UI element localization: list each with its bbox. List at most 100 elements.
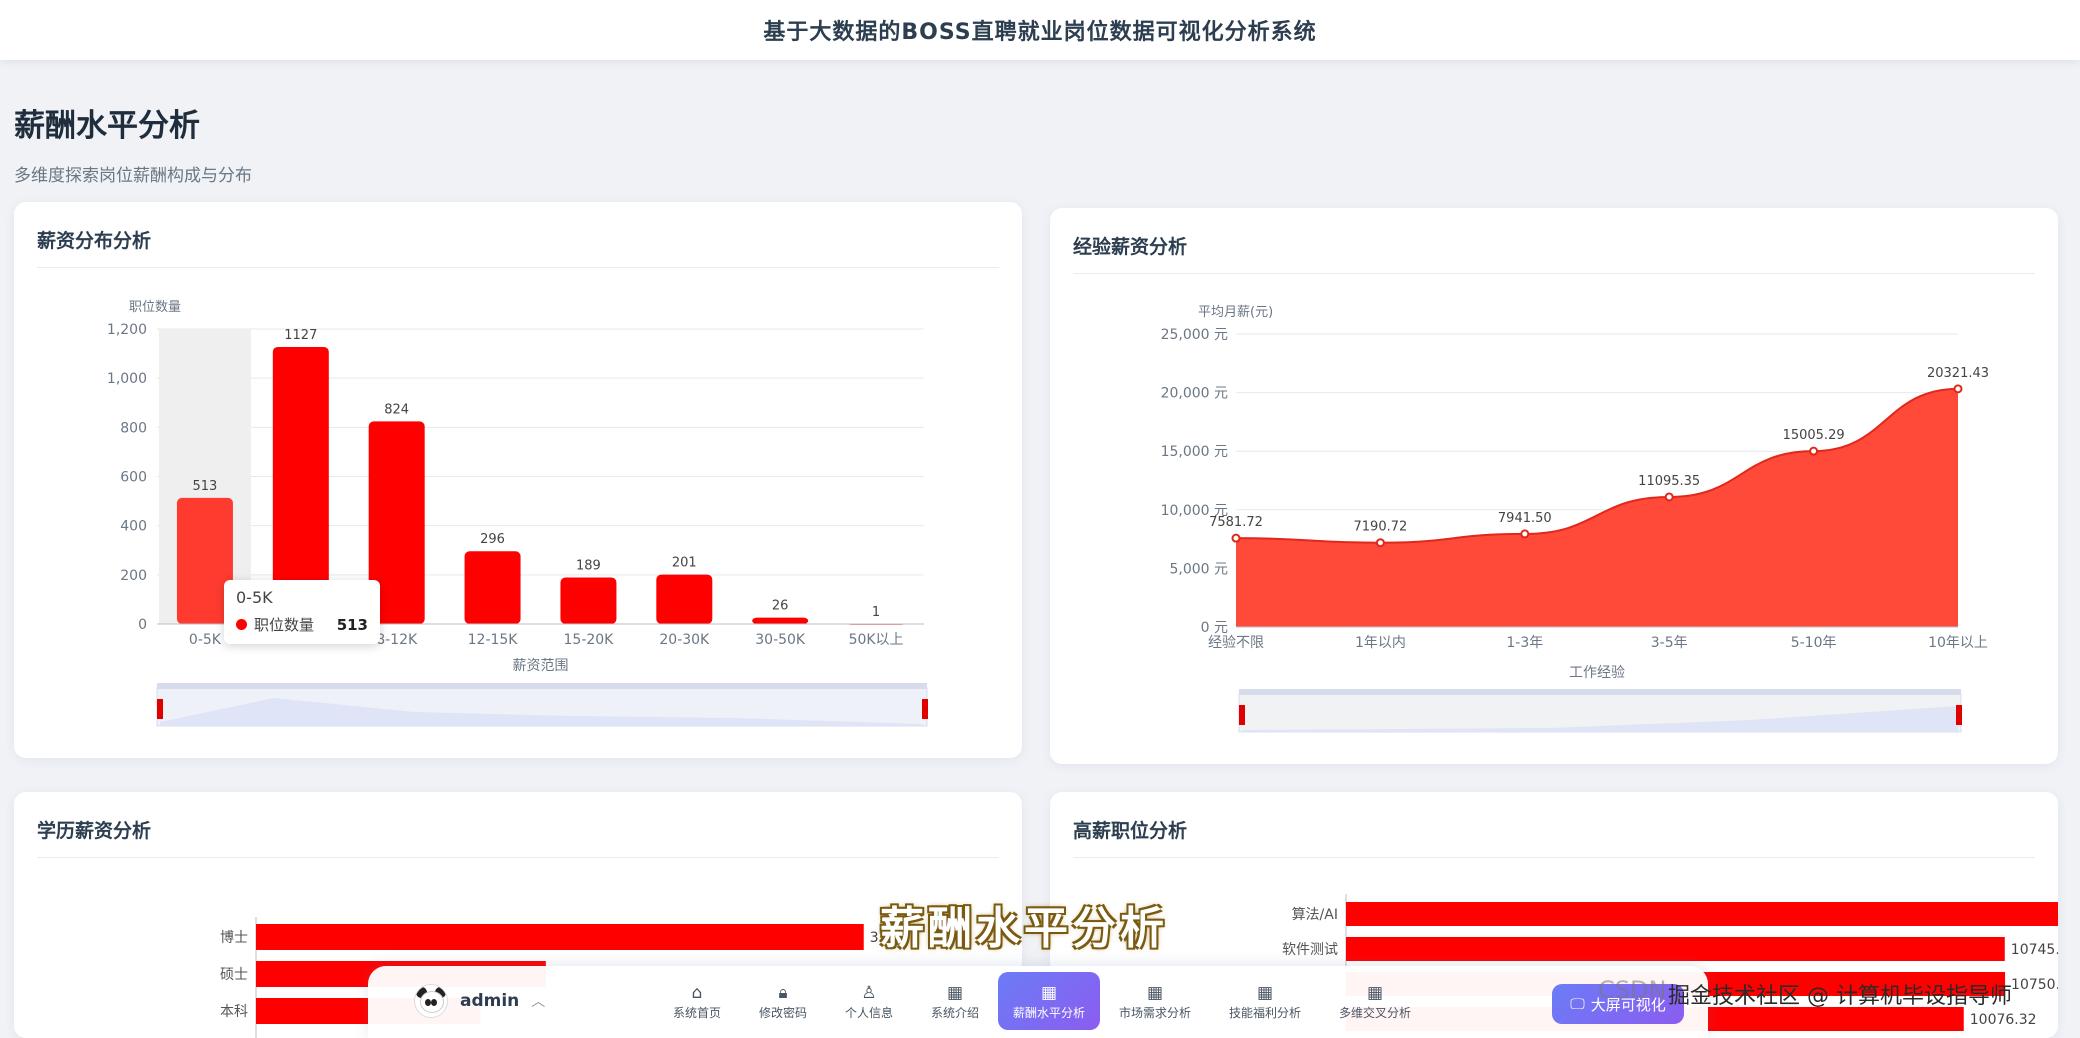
- data-label: 296: [480, 532, 505, 547]
- y-tick-label: 200: [120, 568, 147, 584]
- data-point: [1953, 384, 1963, 394]
- dock-nav: ⌂ 系统首页 🔒︎ 修改密码 ♙ 个人信息 ▦ 系统介绍 ▦ 薪酬水平分析 ▦ …: [654, 972, 1430, 1030]
- experience-salary-chart[interactable]: 0 元5,000 元10,000 元15,000 元20,000 元25,000…: [1050, 208, 2058, 764]
- x-tick-label: 0-5K: [189, 632, 222, 648]
- y-tick-label: 20,000 元: [1161, 386, 1228, 402]
- data-label: 10750.00: [2011, 977, 2058, 993]
- bar: [1346, 902, 2058, 926]
- nav-label: 市场需求分析: [1118, 1005, 1191, 1020]
- nav-label: 个人信息: [844, 1005, 893, 1020]
- y-tick-label: 软件测试: [1282, 942, 1338, 958]
- y-axis-label: 职位数量: [129, 300, 181, 315]
- x-tick-label: 12-15K: [468, 632, 519, 648]
- zoom-slider-bar: [157, 683, 927, 689]
- watermark-juejin: 掘金技术社区 @ 计算机毕设指导师: [1668, 984, 2012, 1009]
- top-bar: 基于大数据的BOSS直聘就业岗位数据可视化分析系统: [0, 0, 2080, 60]
- grid-icon: ▦: [1040, 982, 1058, 1003]
- tooltip-row: 职位数量 513: [236, 614, 368, 635]
- y-tick-label: 15,000 元: [1161, 444, 1228, 460]
- x-tick-label: 5-10年: [1791, 635, 1837, 651]
- data-point: [1809, 446, 1819, 456]
- tooltip-category: 0-5K: [236, 588, 273, 607]
- data-label: 7581.72: [1209, 515, 1263, 530]
- bottom-dock: admin ︿ ⌂ 系统首页 🔒︎ 修改密码 ♙ 个人信息 ▦ 系统介绍 ▦ 薪…: [368, 966, 1708, 1038]
- chart-tooltip: 0-5K 职位数量 513: [224, 580, 380, 644]
- x-tick-label: 30-50K: [755, 632, 806, 648]
- nav-salary-analysis[interactable]: ▦ 薪酬水平分析: [998, 972, 1100, 1030]
- bar: [464, 551, 521, 624]
- data-label: 1: [872, 605, 880, 620]
- bar: [256, 924, 864, 950]
- home-icon: ⌂: [691, 982, 703, 1003]
- zoom-handle-left: [1239, 705, 1245, 725]
- y-tick-label: 1,200: [107, 322, 147, 338]
- panda-avatar-icon: [414, 984, 448, 1018]
- grid-icon: ▦: [946, 982, 964, 1003]
- y-tick-label: 5,000 元: [1169, 561, 1228, 577]
- zoom-slider-bar: [1239, 689, 1961, 695]
- bar: [656, 574, 713, 624]
- grid-icon: ▦: [1366, 982, 1384, 1003]
- data-label: 189: [576, 559, 601, 574]
- nav-home[interactable]: ⌂ 系统首页: [654, 972, 740, 1030]
- data-label: 15005.29: [1783, 428, 1845, 443]
- x-tick-label: 50K以上: [849, 632, 904, 648]
- data-point: [1375, 538, 1385, 548]
- lock-icon: 🔒︎: [778, 982, 788, 1003]
- data-label: 513: [193, 479, 218, 494]
- app-title: 基于大数据的BOSS直聘就业岗位数据可视化分析系统: [763, 20, 1317, 45]
- user-icon: ♙: [861, 982, 877, 1003]
- data-point: [1520, 529, 1530, 539]
- data-label: 26: [772, 599, 789, 614]
- y-tick-label: 硕士: [220, 967, 248, 983]
- nav-skills-benefits[interactable]: ▦ 技能福利分析: [1210, 972, 1320, 1030]
- page-header: 薪酬水平分析 多维度探索岗位薪酬构成与分布: [14, 100, 252, 186]
- salary-distribution-chart[interactable]: 02004006008001,0001,200职位数量5130-5K11275-…: [14, 202, 1022, 758]
- nav-label: 系统首页: [672, 1005, 721, 1020]
- data-label: 10745.50: [2011, 942, 2058, 958]
- y-tick-label: 800: [120, 420, 147, 436]
- data-label: 824: [384, 402, 409, 417]
- nav-cross-analysis[interactable]: ▦ 多维交叉分析: [1320, 972, 1430, 1030]
- monitor-icon: 🖵︎: [1570, 995, 1585, 1013]
- nav-change-password[interactable]: 🔒︎ 修改密码: [740, 972, 826, 1030]
- y-tick-label: 算法/AI: [1292, 907, 1338, 923]
- data-label: 1127: [284, 328, 317, 343]
- zoom-handle-right: [922, 699, 928, 719]
- x-tick-label: 经验不限: [1208, 635, 1264, 651]
- salary-distribution-card: 薪资分布分析 0 200 400 600 800 1,000 1,200 职位数量 513 0-5…: [14, 202, 1022, 758]
- data-label: 11095.35: [1638, 474, 1700, 489]
- series-dot-icon: [236, 619, 247, 630]
- x-tick-label: 8-12K: [376, 632, 418, 648]
- y-tick-label: 1,000: [107, 371, 147, 387]
- data-label: 201: [672, 556, 697, 571]
- page-title: 薪酬水平分析: [14, 108, 200, 144]
- nav-system-intro[interactable]: ▦ 系统介绍: [912, 972, 998, 1030]
- nav-market-demand[interactable]: ▦ 市场需求分析: [1100, 972, 1210, 1030]
- tooltip-series: 职位数量: [254, 616, 315, 634]
- x-axis-label: 工作经验: [1569, 665, 1625, 681]
- grid-icon: ▦: [1256, 982, 1274, 1003]
- username: admin: [460, 991, 520, 1011]
- nav-label: 多维交叉分析: [1338, 1005, 1411, 1020]
- data-label: 7190.72: [1354, 520, 1408, 535]
- video-caption: 薪酬水平分析: [880, 903, 1168, 954]
- page-subtitle: 多维度探索岗位薪酬构成与分布: [14, 166, 252, 186]
- x-tick-label: 10年以上: [1928, 635, 1988, 651]
- nav-label: 技能福利分析: [1228, 1005, 1301, 1020]
- x-tick-label: 3-5年: [1651, 635, 1688, 651]
- x-tick-label: 1-3年: [1506, 635, 1543, 651]
- nav-label: 系统介绍: [930, 1005, 979, 1020]
- y-tick-label: 本科: [220, 1004, 248, 1020]
- data-label: 10076.32: [1970, 1012, 2037, 1028]
- nav-label: 修改密码: [758, 1005, 807, 1020]
- data-point: [1231, 533, 1241, 543]
- zoom-handle-right: [1956, 705, 1962, 725]
- nav-profile[interactable]: ♙ 个人信息: [826, 972, 912, 1030]
- y-axis-label: 平均月薪(元): [1198, 305, 1273, 320]
- user-menu[interactable]: admin ︿: [414, 984, 545, 1018]
- chevron-up-icon: ︿: [531, 994, 546, 1010]
- watermark-csdn: CSDN: [1598, 976, 1667, 1004]
- bar: [752, 617, 809, 624]
- data-label: 20321.43: [1927, 366, 1989, 381]
